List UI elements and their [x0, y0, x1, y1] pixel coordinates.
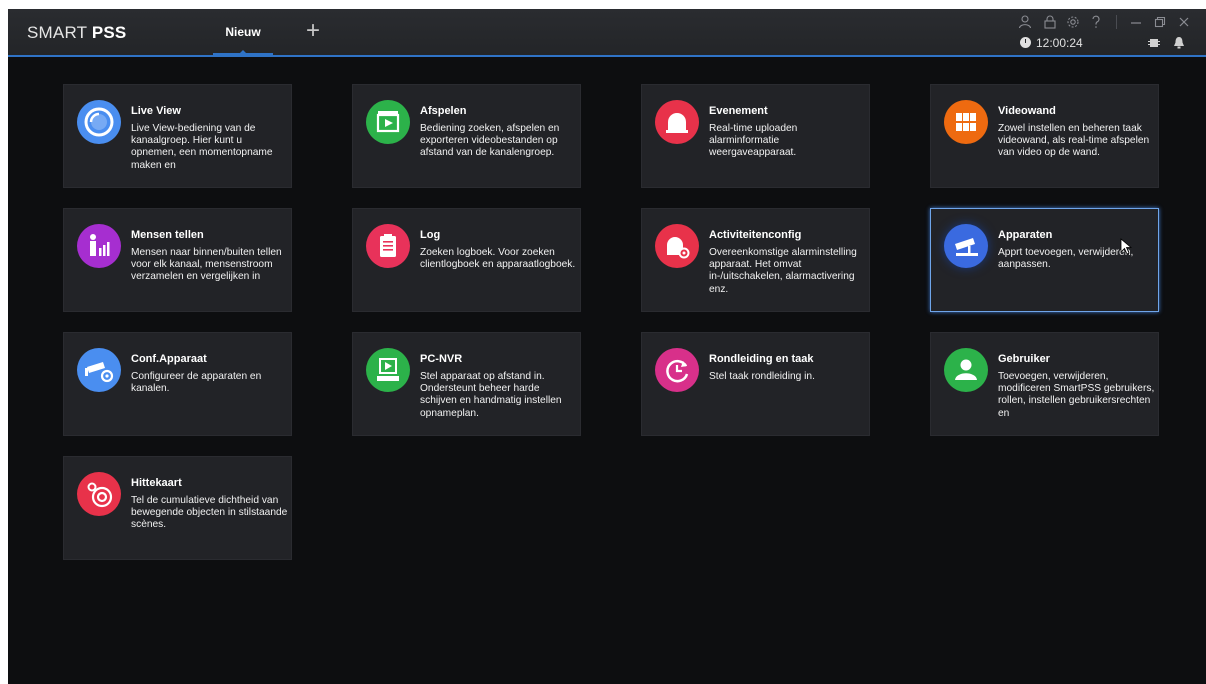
- clock-time: 12:00:24: [1036, 36, 1083, 50]
- tile-title: Apparaten: [998, 229, 1053, 241]
- separator: [1116, 15, 1117, 29]
- help-icon[interactable]: [1090, 15, 1102, 29]
- devices-icon: [944, 224, 988, 268]
- tile-title: Hittekaart: [131, 477, 182, 489]
- tile-rondleiding-en-taak[interactable]: Rondleiding en taak Stel taak rondleidin…: [641, 332, 870, 436]
- notification-bell-icon[interactable]: [1173, 36, 1185, 49]
- title-bar: SMART PSS Nieuw + 12:00:24: [8, 9, 1206, 57]
- clock: 12:00:24: [1020, 36, 1083, 50]
- tile-description: Live View-bediening van de kanaalgroep. …: [131, 123, 273, 171]
- tile-title: Videowand: [998, 105, 1056, 117]
- tile-description: Toevoegen, verwijderen, modificeren Smar…: [998, 371, 1155, 419]
- tile-apparaten[interactable]: Apparaten Apprt toevoegen, verwijderen, …: [930, 208, 1159, 312]
- tile-title: Conf.Apparaat: [131, 353, 207, 365]
- tab-active-marker: [238, 50, 248, 55]
- tile-description: Zoeken logboek. Voor zoeken clientlogboe…: [420, 247, 576, 271]
- pc-nvr-icon: [366, 348, 410, 392]
- tile-description: Tel de cumulatieve dichtheid van bewegen…: [131, 495, 288, 531]
- tile-description: Mensen naar binnen/buiten tellen voor el…: [131, 247, 282, 283]
- tile-title: Gebruiker: [998, 353, 1050, 365]
- tile-title: Afspelen: [420, 105, 467, 117]
- smart-pss-window: SMART PSS Nieuw + 12:00:24 Live View Liv…: [8, 9, 1206, 684]
- user-icon: [944, 348, 988, 392]
- clock-icon: [1020, 37, 1031, 48]
- tile-conf-apparaat[interactable]: Conf.Apparaat Configureer de apparaten e…: [63, 332, 292, 436]
- tile-description: Stel taak rondleiding in.: [709, 371, 815, 382]
- tab-label: Nieuw: [225, 25, 261, 39]
- restore-icon[interactable]: [1154, 15, 1166, 29]
- device-config-icon: [77, 348, 121, 392]
- tab-nieuw[interactable]: Nieuw: [213, 9, 273, 55]
- alarm-config-icon: [655, 224, 699, 268]
- live-view-icon: [77, 100, 121, 144]
- tile-evenement[interactable]: Evenement Real-time uploaden alarminform…: [641, 84, 870, 188]
- tile-videowand[interactable]: Videowand Zowel instellen en beheren taa…: [930, 84, 1159, 188]
- tile-description: Overeenkomstige alarminstelling apparaat…: [709, 247, 857, 295]
- tile-title: Live View: [131, 105, 181, 117]
- alarm-icon: [655, 100, 699, 144]
- add-tab-button[interactable]: +: [301, 19, 325, 43]
- tile-activiteitenconfig[interactable]: Activiteitenconfig Overeenkomstige alarm…: [641, 208, 870, 312]
- user-account-icon[interactable]: [1018, 15, 1032, 29]
- tile-title: Rondleiding en taak: [709, 353, 814, 365]
- tile-title: PC-NVR: [420, 353, 463, 365]
- tile-pc-nvr[interactable]: PC-NVR Stel apparaat op afstand in. Onde…: [352, 332, 581, 436]
- device-status-icon[interactable]: [1148, 37, 1160, 49]
- settings-gear-icon[interactable]: [1066, 15, 1080, 29]
- tile-afspelen[interactable]: Afspelen Bediening zoeken, afspelen en e…: [352, 84, 581, 188]
- tile-description: Bediening zoeken, afspelen en exporteren…: [420, 123, 560, 159]
- close-icon[interactable]: [1178, 15, 1190, 29]
- people-count-icon: [77, 224, 121, 268]
- lock-icon[interactable]: [1043, 15, 1057, 29]
- tile-title: Mensen tellen: [131, 229, 204, 241]
- tile-hittekaart[interactable]: Hittekaart Tel de cumulatieve dichtheid …: [63, 456, 292, 560]
- heatmap-icon: [77, 472, 121, 516]
- video-wall-icon: [944, 100, 988, 144]
- minimize-icon[interactable]: [1130, 15, 1142, 29]
- tile-description: Zowel instellen en beheren taak videowan…: [998, 123, 1150, 159]
- tile-gebruiker[interactable]: Gebruiker Toevoegen, verwijderen, modifi…: [930, 332, 1159, 436]
- tile-description: Real-time uploaden alarminformatie weerg…: [709, 123, 798, 159]
- tile-live-view[interactable]: Live View Live View-bediening van de kan…: [63, 84, 292, 188]
- tile-title: Log: [420, 229, 441, 241]
- tile-title: Evenement: [709, 105, 768, 117]
- tile-title: Activiteitenconfig: [709, 229, 802, 241]
- log-icon: [366, 224, 410, 268]
- tile-mensen-tellen[interactable]: Mensen tellen Mensen naar binnen/buiten …: [63, 208, 292, 312]
- tile-description: Apprt toevoegen, verwijderen, aanpassen.: [998, 247, 1134, 271]
- tour-icon: [655, 348, 699, 392]
- tile-log[interactable]: Log Zoeken logboek. Voor zoeken clientlo…: [352, 208, 581, 312]
- mouse-cursor-icon: [1120, 238, 1132, 255]
- playback-icon: [366, 100, 410, 144]
- tile-description: Configureer de apparaten en kanalen.: [131, 371, 262, 395]
- tile-description: Stel apparaat op afstand in. Ondersteunt…: [420, 371, 562, 419]
- app-logo: SMART PSS: [27, 23, 127, 42]
